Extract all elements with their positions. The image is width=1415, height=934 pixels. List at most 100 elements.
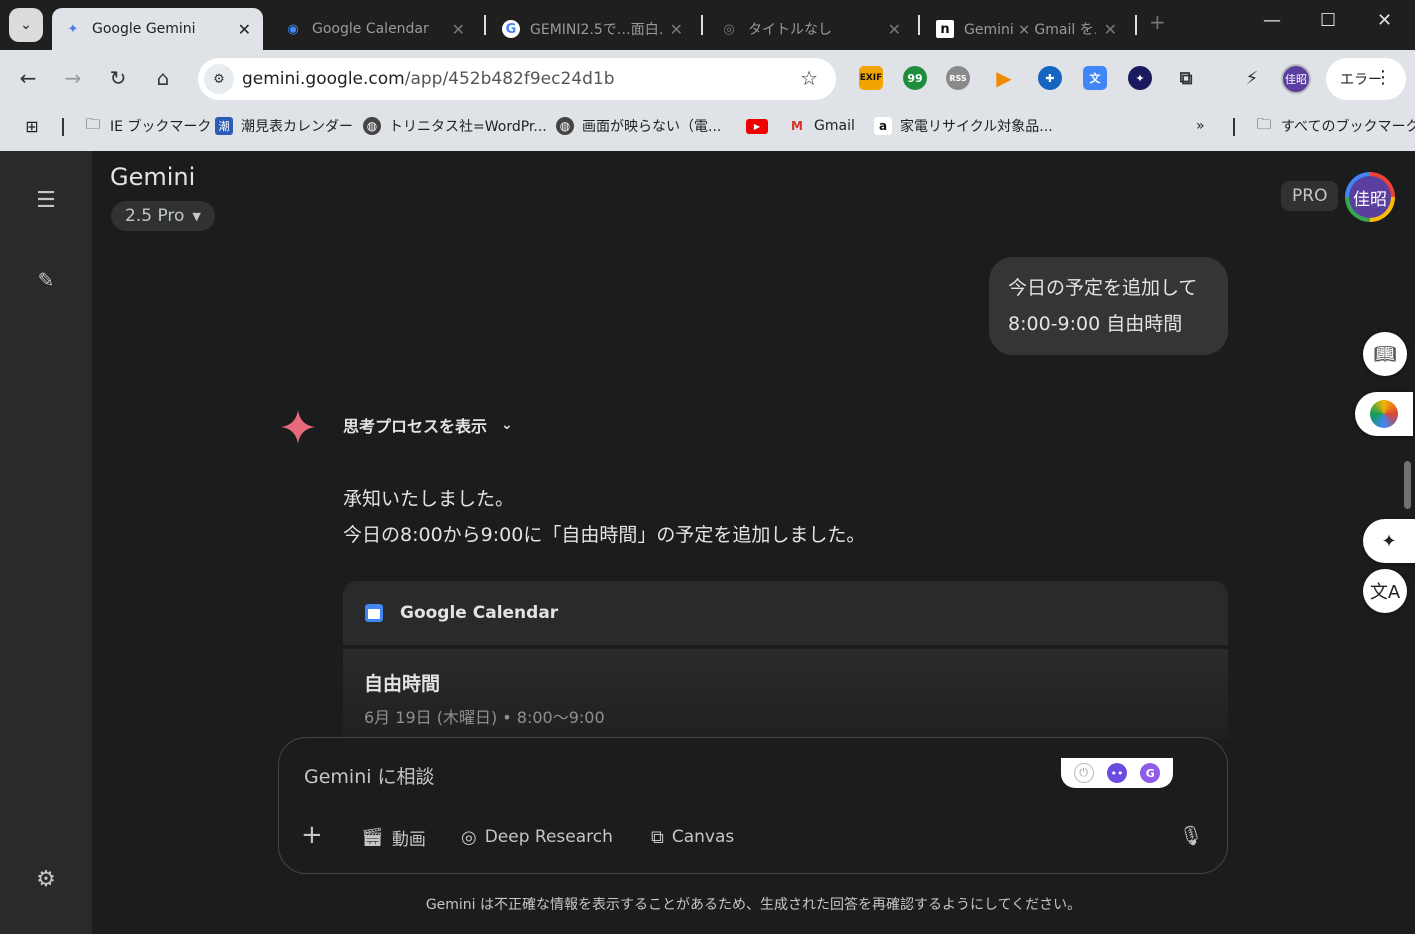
grammar-extension-widget[interactable]: ⏻ •• G — [1061, 758, 1173, 788]
model-selector[interactable]: 2.5 Pro ▼ — [111, 201, 215, 231]
back-arrow-icon[interactable]: ← — [14, 64, 42, 92]
hamburger-menu-icon[interactable]: ☰ — [30, 184, 62, 216]
bookmark-trinitas[interactable]: ◍ トリニタス社=WordPr... — [363, 114, 547, 138]
bookmark-tide[interactable]: 潮潮見表カレンダー — [215, 114, 353, 138]
show-thinking-toggle[interactable]: 思考プロセスを表示 ⌄ — [343, 413, 513, 437]
url-text: gemini.google.com/app/452b482f9ec24d1b — [242, 69, 615, 89]
colorful-extension-icon[interactable] — [1355, 392, 1413, 436]
bookmark-divider — [62, 118, 64, 136]
ext-label: 文 — [1089, 72, 1101, 85]
close-icon[interactable]: ✕ — [452, 20, 465, 39]
error-menu-button[interactable]: エラー ⋮ — [1326, 58, 1406, 100]
close-icon[interactable]: ✕ — [1104, 20, 1117, 39]
bookmark-screen[interactable]: ◍ 画面が映らない（電... — [556, 114, 721, 138]
amazon-icon: a — [874, 117, 892, 135]
power-icon[interactable]: ⏻ — [1073, 763, 1094, 783]
home-icon[interactable]: ⌂ — [149, 64, 177, 92]
address-bar[interactable]: ⚙ gemini.google.com/app/452b482f9ec24d1b… — [198, 58, 836, 100]
ext-label: ✚ — [1045, 71, 1055, 85]
bookmark-label: 家電リサイクル対象品... — [900, 119, 1053, 135]
performance-icon[interactable]: ⚡ — [1240, 66, 1264, 90]
chevron-double-right-icon[interactable]: » — [1196, 114, 1205, 138]
new-tab-plus-icon[interactable]: + — [1149, 10, 1166, 34]
microphone-icon[interactable]: 🎙︎ — [1179, 824, 1203, 847]
all-bookmarks-folder[interactable]: 🗀 すべてのブックマーク — [1255, 114, 1415, 138]
tab-note[interactable]: n Gemini × Gmail を… ✕ — [924, 8, 1129, 50]
reading-mode-icon[interactable]: 📖︎ — [1363, 332, 1407, 376]
settings-gear-icon[interactable]: ⚙ — [30, 863, 62, 895]
new-chat-edit-icon[interactable]: ✎ — [30, 264, 62, 296]
maximize-icon[interactable]: ☐ — [1320, 10, 1336, 31]
window-close-icon[interactable]: ✕ — [1377, 10, 1392, 31]
add-attachment-plus-icon[interactable]: + — [301, 820, 323, 850]
tab-search-button[interactable]: ⌄ — [9, 8, 43, 42]
bookmark-gmail[interactable]: M Gmail — [788, 114, 855, 138]
google-calendar-icon — [365, 604, 383, 622]
calendar-card-title: Google Calendar — [400, 603, 559, 623]
browser-chrome: ⌄ ✦ Google Gemini ✕ ◉ Google Calendar ✕ … — [0, 0, 1415, 151]
site-info-icon[interactable]: ⚙ — [204, 64, 234, 94]
bookmark-youtube[interactable]: ▶ — [746, 114, 776, 138]
globe-icon: ◍ — [556, 117, 574, 135]
canvas-icon: ⧉ — [651, 826, 664, 848]
quote-extension-icon[interactable]: 99 — [903, 66, 927, 90]
tab-google-calendar[interactable]: ◉ Google Calendar ✕ — [272, 8, 477, 50]
tab-google-gemini[interactable]: ✦ Google Gemini ✕ — [52, 8, 263, 50]
exif-extension-icon[interactable]: EXIF — [859, 66, 883, 90]
close-icon[interactable]: ✕ — [238, 20, 251, 39]
close-icon[interactable]: ✕ — [670, 20, 683, 39]
youtube-icon: ▶ — [746, 118, 768, 134]
puzzle-extensions-icon[interactable]: ⧉ — [1174, 66, 1198, 90]
tab-title: タイトルなし — [748, 22, 832, 38]
gemini-app: ☰ ✎ ⚙ Gemini 2.5 Pro ▼ PRO 佳昭 今日の予定を追加して… — [0, 151, 1415, 934]
ext-label: ▶ — [996, 66, 1012, 90]
deep-research-button[interactable]: ◎ Deep Research — [461, 824, 613, 850]
ext-label: ✦ — [1135, 71, 1145, 85]
tab-divider — [484, 15, 486, 35]
thinking-label: 思考プロセスを表示 — [343, 417, 488, 436]
browser-profile-avatar[interactable]: 佳昭 — [1281, 64, 1311, 94]
tab-untitled[interactable]: ◎ タイトルなし ✕ — [708, 8, 913, 50]
pro-badge[interactable]: PRO — [1281, 181, 1339, 211]
apps-grid-icon[interactable]: ⊞ — [23, 114, 49, 138]
prompt-input[interactable]: Gemini に相談 — [304, 762, 435, 789]
clapperboard-icon: 🎬︎ — [361, 826, 384, 848]
bookmark-label: IE ブックマーク — [110, 119, 212, 135]
bookmark-ie[interactable]: 🗀 IE ブックマーク — [84, 114, 211, 138]
calendar-event[interactable]: 自由時間 6月 19日 (木曜日) • 8:00～9:00 — [343, 649, 1228, 739]
reload-icon[interactable]: ↻ — [104, 64, 132, 92]
sparkle-extension-icon[interactable]: ✦ — [1128, 66, 1152, 90]
video-tool-button[interactable]: 🎬︎ 動画 — [361, 824, 426, 850]
gemini-sparkle-icon — [281, 410, 315, 444]
forward-arrow-icon[interactable]: → — [59, 64, 87, 92]
rss-extension-icon[interactable]: RSS — [946, 66, 970, 90]
close-icon[interactable]: ✕ — [888, 20, 901, 39]
scrollbar-thumb[interactable] — [1404, 461, 1411, 509]
plus-extension-icon[interactable]: ✚ — [1038, 66, 1062, 90]
play-extension-icon[interactable]: ▶ — [992, 66, 1016, 90]
calendar-card-header[interactable]: Google Calendar — [343, 581, 1228, 645]
bookmark-amazon[interactable]: a 家電リサイクル対象品... — [874, 114, 1053, 138]
minimize-icon[interactable]: — — [1263, 10, 1281, 31]
tab-google-search[interactable]: G GEMINI2.5で…面白… ✕ — [490, 8, 695, 50]
ext-label: EXIF — [859, 73, 883, 83]
google-g-icon: G — [502, 20, 520, 38]
translate-extension-icon[interactable]: 文 — [1083, 66, 1107, 90]
ai-sparkle-icon[interactable]: ✦ — [1363, 519, 1415, 563]
prompt-composer[interactable]: Gemini に相談 ⏻ •• G + 🎬︎ 動画 ◎ Deep Researc… — [278, 737, 1228, 874]
bookmark-label: Gmail — [814, 118, 855, 134]
translate-icon[interactable]: 文A — [1363, 569, 1407, 613]
canvas-button[interactable]: ⧉ Canvas — [651, 824, 734, 850]
tab-divider — [918, 15, 920, 35]
ext-label: RSS — [949, 73, 967, 83]
bookmark-star-icon[interactable]: ☆ — [800, 66, 818, 90]
search-globe-icon: ◎ — [461, 826, 477, 848]
grammarly-icon[interactable]: G — [1140, 763, 1161, 783]
gemini-brand-title: Gemini — [110, 163, 196, 191]
side-rail: ☰ ✎ ⚙ — [0, 151, 92, 934]
tab-divider — [1135, 15, 1137, 35]
account-avatar[interactable]: 佳昭 — [1345, 172, 1395, 222]
model-label: 2.5 Pro — [125, 206, 185, 226]
assistant-face-icon[interactable]: •• — [1106, 763, 1127, 783]
chevron-down-icon: ⌄ — [20, 17, 32, 33]
